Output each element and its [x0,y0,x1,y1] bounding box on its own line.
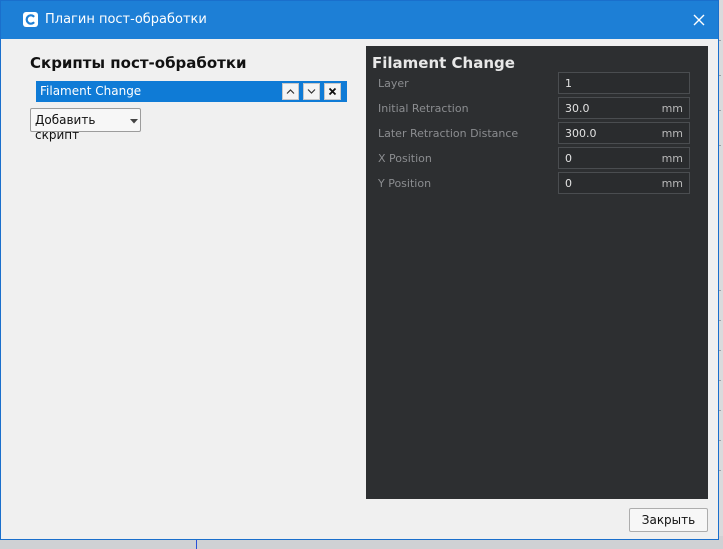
x-position-field[interactable]: 0 mm [558,147,690,169]
add-script-label: Добавить скрипт [35,113,96,142]
setting-label-layer: Layer [378,77,409,90]
initial-retraction-field[interactable]: 30.0 mm [558,97,690,119]
later-retraction-field[interactable]: 300.0 mm [558,122,690,144]
field-value: 30.0 [565,102,590,115]
setting-label-x-position: X Position [378,152,432,165]
post-processing-dialog: Плагин пост-обработки Скрипты пост-обраб… [0,0,719,540]
setting-label-y-position: Y Position [378,177,432,190]
remove-script-button[interactable] [324,83,341,100]
field-value: 1 [565,77,572,90]
add-script-button[interactable]: Добавить скрипт [30,108,141,142]
y-position-field[interactable]: 0 mm [558,172,690,194]
layer-field[interactable]: 1 [558,72,690,94]
close-button[interactable]: Закрыть [629,508,708,532]
field-value: 300.0 [565,127,597,140]
field-value: 0 [565,152,572,165]
close-icon [328,87,337,96]
scripts-heading: Скрипты пост-обработки [30,54,247,72]
cura-logo-icon [23,12,38,27]
chevron-up-icon [286,89,295,94]
script-label: Filament Change [40,84,142,98]
field-unit: mm [661,152,683,165]
list-item[interactable]: Filament Change [36,81,347,102]
field-unit: mm [661,127,683,140]
close-icon[interactable] [691,12,707,28]
move-up-button[interactable] [282,83,299,100]
field-unit: mm [661,102,683,115]
field-value: 0 [565,177,572,190]
window-title: Плагин пост-обработки [45,12,207,27]
caret-down-icon [130,119,138,124]
script-settings-title: Filament Change [372,54,515,72]
setting-label-later-retraction: Later Retraction Distance [378,127,519,140]
setting-label-initial-retraction: Initial Retraction [378,102,469,115]
script-settings-panel: Filament Change Layer 1 Initial Retracti… [366,46,708,499]
title-bar: Плагин пост-обработки [1,1,718,39]
chevron-down-icon [307,89,316,94]
move-down-button[interactable] [303,83,320,100]
field-unit: mm [661,177,683,190]
